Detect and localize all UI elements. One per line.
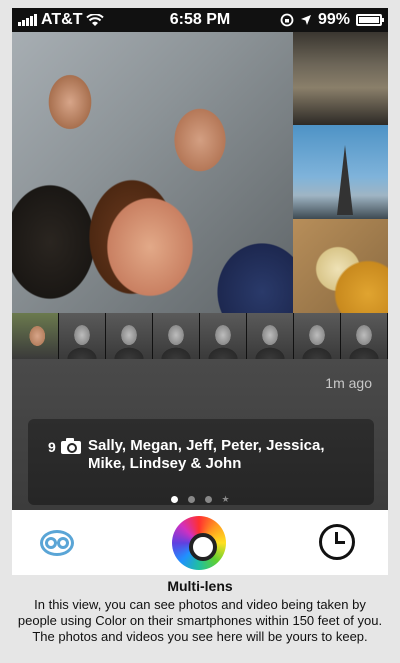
caption-line-3: The photos and videos you see here will …	[32, 629, 368, 644]
status-right-group: 99%	[280, 11, 384, 29]
multi-lens-tab[interactable]	[38, 526, 76, 560]
history-clock-tab[interactable]	[319, 524, 355, 560]
person-thumbnail[interactable]	[294, 313, 341, 359]
person-thumbnail[interactable]	[341, 313, 388, 359]
rotation-lock-icon	[280, 13, 294, 27]
group-selfie-photo[interactable]	[12, 32, 293, 313]
tab-bar	[12, 510, 388, 575]
time-ago-label: 1m ago	[325, 375, 372, 391]
participant-names: Sally, Megan, Jeff, Peter, Jessica, Mike…	[88, 437, 325, 472]
caption-title: Multi-lens	[167, 578, 233, 594]
phone-screen: AT&T 6:58 PM 99% 1m ago 9 Sally, Megan, …	[12, 8, 388, 575]
page-dot-active[interactable]	[170, 496, 178, 503]
caption-line-1: In this view, you can see photos and vid…	[34, 597, 366, 612]
battery-fill	[359, 17, 379, 23]
multi-lens-icon	[40, 530, 74, 556]
camera-icon	[61, 438, 81, 454]
market-hall-photo[interactable]	[293, 32, 388, 125]
people-strip	[12, 313, 388, 359]
page-dot[interactable]	[204, 496, 212, 503]
page-indicator: ★	[12, 495, 388, 504]
star-icon[interactable]: ★	[222, 495, 230, 504]
caption: Multi-lens In this view, you can see pho…	[12, 578, 388, 645]
battery-icon	[356, 14, 384, 26]
info-area: 1m ago 9 Sally, Megan, Jeff, Peter, Jess…	[12, 359, 388, 510]
color-wheel-camera-tab[interactable]	[172, 516, 226, 570]
cheese-wheels-photo[interactable]	[293, 219, 388, 313]
photo-count: 9	[48, 439, 56, 455]
person-thumbnail[interactable]	[200, 313, 247, 359]
status-bar: AT&T 6:58 PM 99%	[12, 8, 388, 32]
page-dot[interactable]	[187, 496, 195, 503]
participants-panel[interactable]: 9 Sally, Megan, Jeff, Peter, Jessica, Mi…	[28, 419, 374, 505]
person-thumbnail[interactable]	[106, 313, 153, 359]
person-thumbnail[interactable]	[12, 313, 59, 359]
battery-percent: 99%	[317, 11, 350, 28]
transamerica-pyramid-photo[interactable]	[293, 125, 388, 219]
person-thumbnail[interactable]	[153, 313, 200, 359]
location-arrow-icon	[300, 15, 311, 25]
caption-line-2: people using Color on their smartphones …	[17, 613, 383, 628]
person-thumbnail[interactable]	[247, 313, 294, 359]
pyramid-shape	[337, 145, 353, 215]
person-thumbnail[interactable]	[59, 313, 106, 359]
